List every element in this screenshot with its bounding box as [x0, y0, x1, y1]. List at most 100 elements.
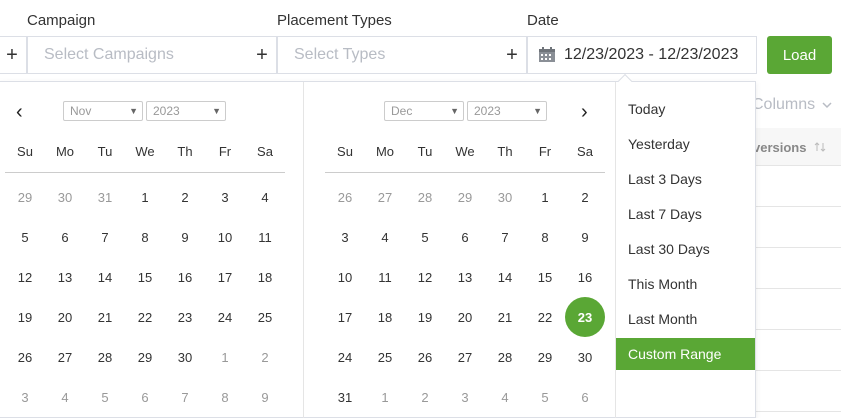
calendar-day[interactable]: 8	[205, 377, 245, 417]
calendar-day[interactable]: 12	[5, 257, 45, 297]
columns-toggle[interactable]: Columns	[752, 96, 832, 114]
calendar-day[interactable]: 18	[365, 297, 405, 337]
calendar-day[interactable]: 7	[485, 217, 525, 257]
date-range-input[interactable]: 12/23/2023 - 12/23/2023	[527, 36, 757, 74]
month-select-left[interactable]: Nov ▼	[63, 101, 143, 121]
calendar-day[interactable]: 30	[565, 337, 605, 377]
calendar-day[interactable]: 2	[245, 337, 285, 377]
calendar-day[interactable]: 30	[485, 177, 525, 217]
range-option-this-month[interactable]: This Month	[616, 268, 755, 300]
calendar-day[interactable]: 16	[165, 257, 205, 297]
calendar-day[interactable]: 1	[125, 177, 165, 217]
calendar-day[interactable]: 18	[245, 257, 285, 297]
calendar-day[interactable]: 6	[445, 217, 485, 257]
calendar-day[interactable]: 2	[165, 177, 205, 217]
calendar-day[interactable]: 31	[325, 377, 365, 417]
calendar-day[interactable]: 5	[525, 377, 565, 417]
calendar-day[interactable]: 4	[245, 177, 285, 217]
calendar-day[interactable]: 30	[45, 177, 85, 217]
calendar-day[interactable]: 14	[485, 257, 525, 297]
calendar-day[interactable]: 25	[245, 297, 285, 337]
calendar-day[interactable]: 28	[405, 177, 445, 217]
calendar-day[interactable]: 14	[85, 257, 125, 297]
calendar-day-selected[interactable]: 23	[565, 297, 605, 337]
range-option-yesterday[interactable]: Yesterday	[616, 128, 755, 160]
calendar-day[interactable]: 13	[445, 257, 485, 297]
calendar-day[interactable]: 27	[45, 337, 85, 377]
year-select-right[interactable]: 2023 ▼	[467, 101, 547, 121]
previous-filter-field[interactable]: +	[0, 36, 27, 74]
calendar-day[interactable]: 5	[85, 377, 125, 417]
calendar-day[interactable]: 16	[565, 257, 605, 297]
calendar-day[interactable]: 27	[445, 337, 485, 377]
calendar-day[interactable]: 23	[165, 297, 205, 337]
calendar-day[interactable]: 22	[525, 297, 565, 337]
calendar-day[interactable]: 3	[445, 377, 485, 417]
calendar-day[interactable]: 21	[85, 297, 125, 337]
calendar-day[interactable]: 26	[405, 337, 445, 377]
calendar-day[interactable]: 27	[365, 177, 405, 217]
sort-icon[interactable]	[814, 142, 826, 152]
calendar-day[interactable]: 9	[245, 377, 285, 417]
calendar-day[interactable]: 17	[205, 257, 245, 297]
calendar-day[interactable]: 22	[125, 297, 165, 337]
calendar-day[interactable]: 30	[165, 337, 205, 377]
calendar-day[interactable]: 29	[125, 337, 165, 377]
calendar-day[interactable]: 6	[45, 217, 85, 257]
plus-icon[interactable]: +	[0, 45, 26, 65]
range-option-custom-range[interactable]: Custom Range	[616, 338, 755, 370]
calendar-day[interactable]: 7	[85, 217, 125, 257]
range-option-today[interactable]: Today	[616, 93, 755, 125]
calendar-day[interactable]: 4	[365, 217, 405, 257]
calendar-day[interactable]: 15	[125, 257, 165, 297]
plus-icon[interactable]: +	[248, 45, 276, 65]
calendar-day[interactable]: 4	[485, 377, 525, 417]
calendar-day[interactable]: 29	[445, 177, 485, 217]
calendar-day[interactable]: 26	[325, 177, 365, 217]
calendar-day[interactable]: 8	[125, 217, 165, 257]
calendar-day[interactable]: 9	[565, 217, 605, 257]
calendar-day[interactable]: 11	[245, 217, 285, 257]
chevron-left-icon[interactable]: ‹	[16, 102, 23, 122]
calendar-day[interactable]: 1	[525, 177, 565, 217]
range-option-last-30-days[interactable]: Last 30 Days	[616, 233, 755, 265]
column-header-conversions[interactable]: versions	[753, 140, 806, 155]
calendar-day[interactable]: 28	[485, 337, 525, 377]
calendar-day[interactable]: 24	[325, 337, 365, 377]
calendar-day[interactable]: 31	[85, 177, 125, 217]
calendar-day[interactable]: 12	[405, 257, 445, 297]
calendar-day[interactable]: 3	[325, 217, 365, 257]
calendar-day[interactable]: 17	[325, 297, 365, 337]
calendar-day[interactable]: 20	[445, 297, 485, 337]
calendar-day[interactable]: 2	[565, 177, 605, 217]
calendar-day[interactable]: 1	[365, 377, 405, 417]
calendar-day[interactable]: 19	[405, 297, 445, 337]
calendar-day[interactable]: 29	[525, 337, 565, 377]
plus-icon[interactable]: +	[498, 45, 526, 65]
calendar-day[interactable]: 11	[365, 257, 405, 297]
calendar-day[interactable]: 5	[5, 217, 45, 257]
calendar-day[interactable]: 20	[45, 297, 85, 337]
calendar-day[interactable]: 5	[405, 217, 445, 257]
calendar-day[interactable]: 6	[565, 377, 605, 417]
month-select-right[interactable]: Dec ▼	[384, 101, 464, 121]
calendar-day[interactable]: 7	[165, 377, 205, 417]
chevron-right-icon[interactable]: ›	[581, 102, 588, 122]
calendar-day[interactable]: 28	[85, 337, 125, 377]
range-option-last-3-days[interactable]: Last 3 Days	[616, 163, 755, 195]
calendar-day[interactable]: 24	[205, 297, 245, 337]
calendar-day[interactable]: 6	[125, 377, 165, 417]
calendar-day[interactable]: 25	[365, 337, 405, 377]
campaign-select[interactable]: Select Campaigns +	[27, 36, 277, 74]
calendar-day[interactable]: 10	[325, 257, 365, 297]
calendar-day[interactable]: 3	[5, 377, 45, 417]
calendar-day[interactable]: 8	[525, 217, 565, 257]
calendar-day[interactable]: 2	[405, 377, 445, 417]
load-button[interactable]: Load	[767, 36, 832, 74]
range-option-last-month[interactable]: Last Month	[616, 303, 755, 335]
calendar-day[interactable]: 21	[485, 297, 525, 337]
calendar-day[interactable]: 29	[5, 177, 45, 217]
calendar-day[interactable]: 15	[525, 257, 565, 297]
calendar-day[interactable]: 1	[205, 337, 245, 377]
calendar-day[interactable]: 13	[45, 257, 85, 297]
